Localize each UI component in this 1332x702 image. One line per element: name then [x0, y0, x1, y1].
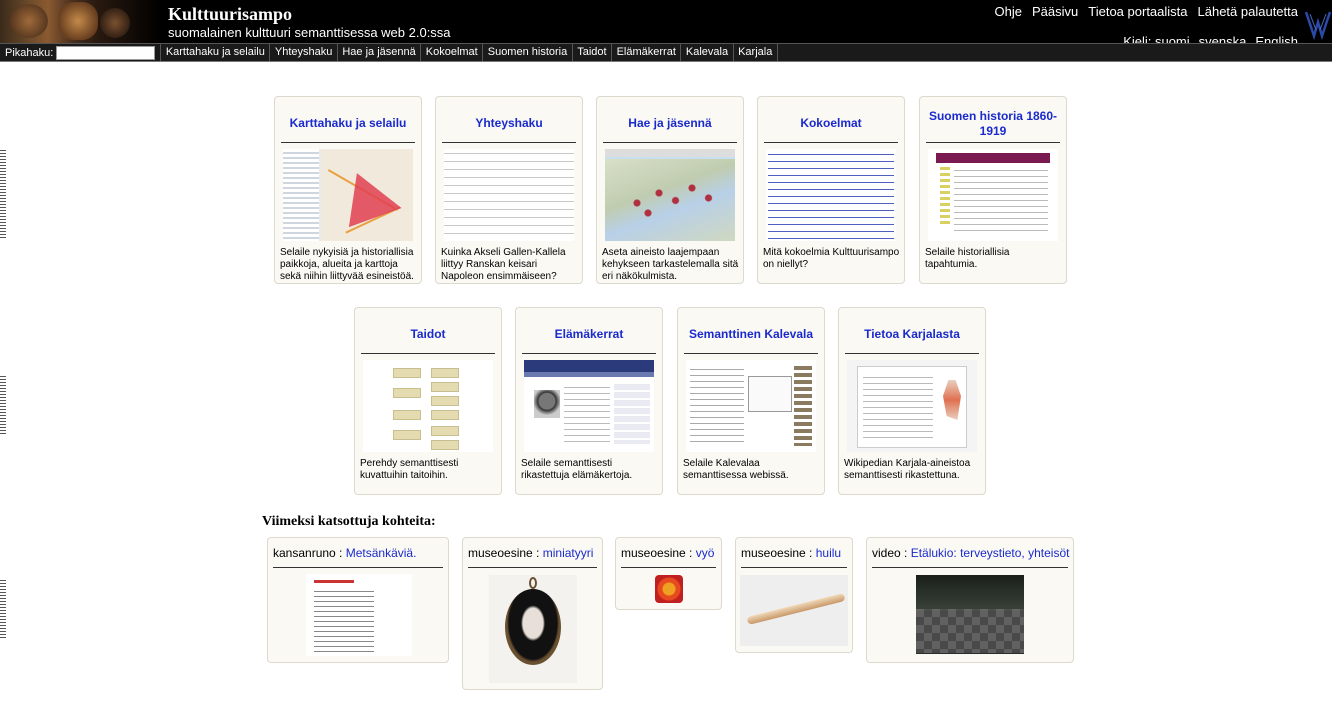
- card-title[interactable]: Yhteyshaku: [442, 105, 576, 143]
- quick-search-input[interactable]: [56, 45, 156, 60]
- card-thumbnail[interactable]: [928, 149, 1058, 241]
- card-description: Wikipedian Karjala-aineistoa semanttises…: [844, 458, 971, 481]
- recent-item-title: museoesine : miniatyyri: [468, 546, 597, 568]
- lang-english-link[interactable]: English: [1255, 34, 1298, 43]
- card-thumbnail[interactable]: [686, 360, 816, 452]
- recent-item-folk-poem[interactable]: kansanruno : Metsänkäviä.: [267, 537, 449, 663]
- top-links: Ohje Pääsivu Tietoa portaalista Lähetä p…: [995, 4, 1298, 19]
- recent-item-link[interactable]: vyö: [696, 546, 715, 560]
- nav-item-skills[interactable]: Taidot: [571, 44, 611, 61]
- recent-item-separator: :: [900, 546, 911, 560]
- recent-item-video[interactable]: video : Etälukio: terveystieto, yhteisöt: [866, 537, 1074, 663]
- home-link[interactable]: Pääsivu: [1032, 4, 1078, 19]
- language-selector: Kieli: suomi svenska English: [1123, 34, 1298, 43]
- nav-item-search-and-organize[interactable]: Hae ja jäsennä: [336, 44, 420, 61]
- edge-artifact: [0, 376, 6, 436]
- edge-artifact: [0, 580, 6, 640]
- recently-viewed-heading: Viimeksi katsottuja kohteita:: [262, 514, 436, 529]
- recent-item-thumbnail[interactable]: [916, 575, 1024, 654]
- card-thumbnail[interactable]: [847, 360, 977, 452]
- recent-item-thumbnail[interactable]: [655, 575, 683, 603]
- card-description: Mitä kokoelmia Kulttuurisampo on niellyt…: [763, 247, 900, 270]
- recent-item-thumbnail[interactable]: [489, 575, 577, 683]
- card-description: Selaile Kalevalaa semanttisessa webissä.: [683, 458, 789, 481]
- portal-card-relation-search[interactable]: Yhteyshaku Kuinka Akseli Gallen-Kallela …: [435, 96, 583, 284]
- recent-item-type: museoesine: [741, 546, 806, 560]
- recent-item-flute[interactable]: museoesine : huilu: [735, 537, 853, 653]
- recent-item-type: museoesine: [468, 546, 533, 560]
- quick-search-label: Pikahaku:: [5, 46, 54, 59]
- site-header: Kulttuurisampo suomalainen kulttuuri sem…: [0, 0, 1332, 43]
- about-link[interactable]: Tietoa portaalista: [1088, 4, 1187, 19]
- recent-item-link[interactable]: huilu: [816, 546, 841, 560]
- card-description: Perehdy semanttisesti kuvattuihin taitoi…: [360, 458, 459, 481]
- recent-item-type: video: [872, 546, 901, 560]
- card-title[interactable]: Kokoelmat: [764, 105, 898, 143]
- feedback-link[interactable]: Lähetä palautetta: [1198, 4, 1298, 19]
- nav-item-collections[interactable]: Kokoelmat: [420, 44, 482, 61]
- recent-item-title: video : Etälukio: terveystieto, yhteisöt: [872, 546, 1070, 568]
- recent-item-belt[interactable]: museoesine : vyö: [615, 537, 722, 610]
- nav-item-relation-search[interactable]: Yhteyshaku: [269, 44, 336, 61]
- recent-item-link[interactable]: Etälukio: terveystieto, yhteisöt: [911, 546, 1070, 560]
- card-thumbnail[interactable]: [766, 149, 896, 241]
- portal-card-karelia[interactable]: Tietoa Karjalasta Wikipedian Karjala-ain…: [838, 307, 986, 495]
- current-language: Kieli: suomi: [1123, 34, 1190, 43]
- header-photo-collage: [0, 0, 160, 43]
- card-title[interactable]: Elämäkerrat: [522, 316, 656, 354]
- recent-item-miniature[interactable]: museoesine : miniatyyri: [462, 537, 603, 690]
- portal-card-kalevala[interactable]: Semanttinen Kalevala Selaile Kalevalaa s…: [677, 307, 825, 495]
- nav-item-kalevala[interactable]: Kalevala: [680, 44, 732, 61]
- recent-item-separator: :: [335, 546, 346, 560]
- recent-item-thumbnail[interactable]: [740, 575, 848, 646]
- nav-item-map-search[interactable]: Karttahaku ja selailu: [160, 44, 269, 61]
- nav-item-karelia[interactable]: Karjala: [732, 44, 778, 61]
- card-description: Selaile semanttisesti rikastettuja elämä…: [521, 458, 633, 481]
- recent-item-title: kansanruno : Metsänkäviä.: [273, 546, 443, 568]
- portal-card-finnish-history[interactable]: Suomen historia 1860-1919 Selaile histor…: [919, 96, 1067, 284]
- recent-item-link[interactable]: Metsänkäviä.: [346, 546, 417, 560]
- edge-artifact: [0, 150, 6, 240]
- portal-card-skills[interactable]: Taidot Perehdy semanttisesti kuvattuihin…: [354, 307, 502, 495]
- card-thumbnail[interactable]: [363, 360, 493, 452]
- card-title[interactable]: Suomen historia 1860-1919: [926, 105, 1060, 143]
- site-title[interactable]: Kulttuurisampo: [168, 4, 292, 25]
- nav-item-finnish-history[interactable]: Suomen historia: [482, 44, 572, 61]
- card-title[interactable]: Tietoa Karjalasta: [845, 316, 979, 354]
- card-thumbnail[interactable]: [605, 149, 735, 241]
- recent-item-separator: :: [805, 546, 816, 560]
- portal-card-map-search[interactable]: Karttahaku ja selailu Selaile nykyisiä j…: [274, 96, 422, 284]
- recent-item-title: museoesine : huilu: [741, 546, 847, 568]
- card-thumbnail[interactable]: [524, 360, 654, 452]
- recent-item-link[interactable]: miniatyyri: [543, 546, 594, 560]
- recent-item-type: museoesine: [621, 546, 686, 560]
- site-subtitle: suomalainen kulttuuri semanttisessa web …: [168, 25, 451, 40]
- card-title[interactable]: Semanttinen Kalevala: [684, 316, 818, 354]
- card-description: Aseta aineisto laajempaan kehykseen tark…: [602, 247, 739, 282]
- recent-item-type: kansanruno: [273, 546, 336, 560]
- portal-card-biographies[interactable]: Elämäkerrat Selaile semanttisesti rikast…: [515, 307, 663, 495]
- card-thumbnail[interactable]: [283, 149, 413, 241]
- card-description: Kuinka Akseli Gallen-Kallela liittyy Ran…: [441, 247, 566, 282]
- portal-card-collections[interactable]: Kokoelmat Mitä kokoelmia Kulttuurisampo …: [757, 96, 905, 284]
- card-title[interactable]: Hae ja jäsennä: [603, 105, 737, 143]
- recent-item-separator: :: [685, 546, 696, 560]
- recent-item-thumbnail[interactable]: [306, 574, 412, 656]
- main-nav: Pikahaku: Karttahaku ja selailu Yhteysha…: [0, 43, 1332, 62]
- recent-item-title: museoesine : vyö: [621, 546, 716, 568]
- w3c-logo-icon: [1304, 11, 1332, 41]
- card-description: Selaile historiallisia tapahtumia.: [925, 247, 1010, 270]
- card-title[interactable]: Karttahaku ja selailu: [281, 105, 415, 143]
- card-thumbnail[interactable]: [444, 149, 574, 241]
- nav-item-biographies[interactable]: Elämäkerrat: [611, 44, 680, 61]
- lang-swedish-link[interactable]: svenska: [1199, 34, 1247, 43]
- recent-item-separator: :: [532, 546, 543, 560]
- card-description: Selaile nykyisiä ja historiallisia paikk…: [280, 247, 414, 282]
- card-title[interactable]: Taidot: [361, 316, 495, 354]
- help-link[interactable]: Ohje: [995, 4, 1022, 19]
- portal-card-search-and-organize[interactable]: Hae ja jäsennä Aseta aineisto laajempaan…: [596, 96, 744, 284]
